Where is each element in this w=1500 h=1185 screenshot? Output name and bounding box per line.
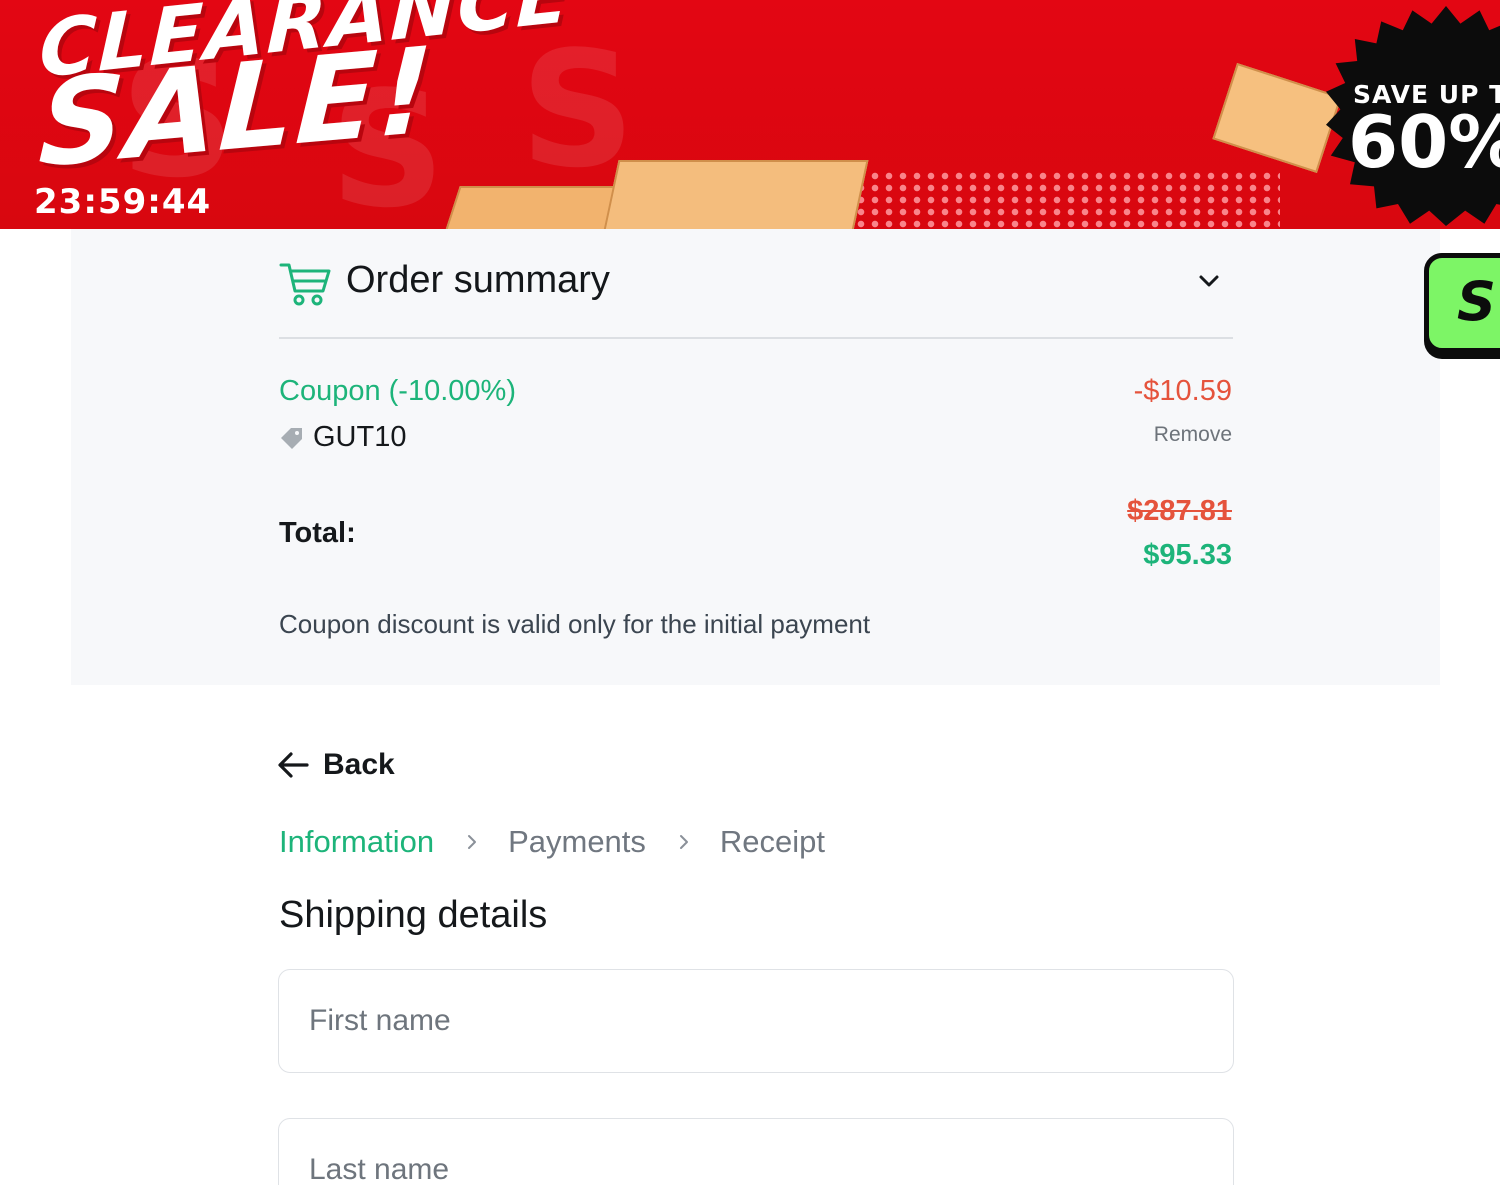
side-widget-letter: S	[1457, 270, 1496, 333]
first-name-input[interactable]	[278, 969, 1234, 1073]
coupon-label: Coupon (-10.00%)	[279, 375, 516, 407]
shipping-details-title: Shipping details	[279, 894, 548, 936]
cardboard-box-image	[601, 160, 869, 229]
coupon-discount-amount: -$10.59	[1133, 375, 1232, 407]
coupon-note: Coupon discount is valid only for the in…	[279, 609, 871, 639]
last-name-input[interactable]	[278, 1118, 1234, 1185]
total-discounted-price: $95.33	[1143, 539, 1232, 571]
order-summary-panel: Order summary Coupon (-10.00%) GUT10 -$1…	[71, 229, 1440, 685]
order-summary-title: Order summary	[346, 259, 610, 301]
remove-coupon-link[interactable]: Remove	[1154, 423, 1232, 447]
side-chat-widget[interactable]: S	[1424, 253, 1500, 353]
badge-percent-text: 60%	[1348, 100, 1500, 184]
checkout-steps: Information Payments Receipt	[279, 824, 825, 860]
order-summary-header[interactable]: Order summary	[279, 257, 1233, 339]
coupon-code-row: GUT10	[279, 421, 406, 454]
step-payments[interactable]: Payments	[508, 824, 646, 860]
coupon-code: GUT10	[313, 421, 407, 453]
clearance-sale-banner[interactable]: S S S CLEARANCE SALE! 23:59:44 SAVE UP T…	[0, 0, 1500, 229]
arrow-left-icon	[278, 752, 309, 778]
total-original-price: $287.81	[1127, 495, 1232, 527]
banner-dot-pattern	[840, 170, 1280, 229]
back-button[interactable]: Back	[277, 748, 395, 782]
back-label: Back	[323, 748, 395, 781]
chevron-right-icon	[679, 835, 688, 849]
step-information[interactable]: Information	[279, 824, 434, 860]
total-label: Total:	[279, 517, 356, 549]
step-receipt[interactable]: Receipt	[720, 824, 825, 860]
chevron-down-icon[interactable]	[1197, 269, 1221, 293]
chevron-right-icon	[468, 835, 477, 849]
tag-icon	[281, 427, 302, 449]
countdown-timer: 23:59:44	[34, 182, 212, 222]
shopping-cart-icon	[279, 263, 331, 306]
open-box-image	[1212, 62, 1342, 174]
